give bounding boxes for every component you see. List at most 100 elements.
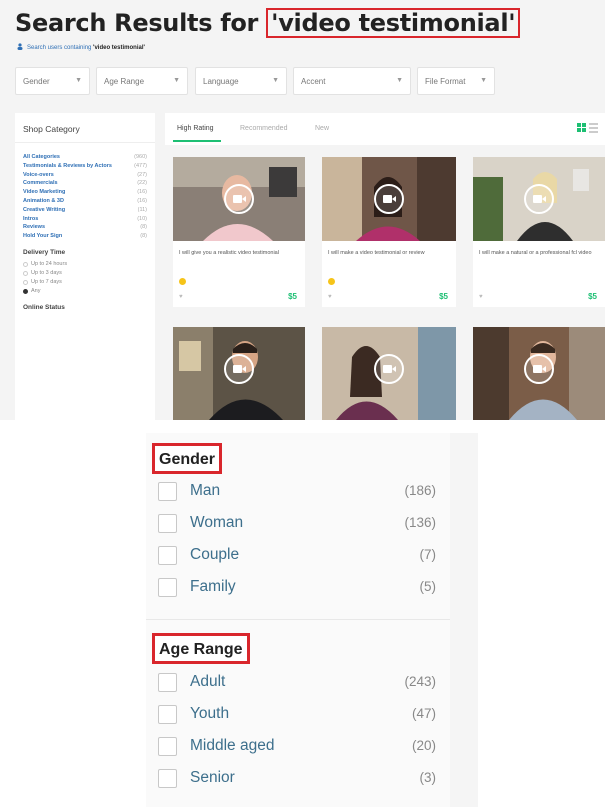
option-label[interactable]: Middle aged: [190, 737, 274, 755]
category-count: (22): [137, 180, 147, 187]
sort-tabs: High Rating Recommended New: [165, 113, 605, 145]
checkbox[interactable]: [158, 673, 177, 692]
chevron-down-icon: ▼: [173, 77, 180, 84]
category-count: (960): [134, 154, 147, 160]
checkbox[interactable]: [158, 578, 177, 597]
gig-title[interactable]: I will make a natural or a professional …: [479, 249, 599, 257]
age-option[interactable]: Senior (3): [158, 767, 436, 791]
heart-icon[interactable]: ♥: [479, 294, 483, 300]
tab-recommended[interactable]: Recommended: [240, 125, 287, 132]
gender-option[interactable]: Man (186): [158, 480, 436, 504]
sidebar-category-item[interactable]: All Categories (960): [23, 153, 147, 162]
video-thumbnail[interactable]: [322, 157, 456, 241]
grid-view-icon[interactable]: [577, 123, 599, 133]
filter-age-range[interactable]: Age Range ▼: [96, 67, 188, 95]
search-query-highlight: 'video testimonial': [266, 8, 521, 38]
video-thumbnail[interactable]: [473, 157, 605, 241]
radio-button[interactable]: [23, 288, 28, 294]
radio-button[interactable]: [23, 279, 28, 285]
heart-icon[interactable]: ♥: [179, 294, 183, 300]
category-label: Commercials: [23, 180, 58, 187]
play-video-icon[interactable]: [374, 354, 404, 384]
delivery-option[interactable]: Up to 24 hours: [15, 260, 155, 269]
category-label: All Categories: [23, 154, 60, 160]
heart-icon[interactable]: ♥: [328, 294, 332, 300]
category-count: (11): [137, 206, 147, 213]
option-label[interactable]: Woman: [190, 514, 243, 532]
category-label: Hold Your Sign: [23, 233, 63, 240]
category-label: Video Marketing: [23, 189, 66, 196]
checkbox[interactable]: [158, 546, 177, 565]
filter-accent[interactable]: Accent ▼: [293, 67, 411, 95]
chevron-down-icon: ▼: [396, 77, 403, 84]
tab-high-rating[interactable]: High Rating: [177, 125, 214, 132]
sidebar-category-item[interactable]: Reviews (8): [23, 223, 147, 232]
option-label[interactable]: Adult: [190, 673, 225, 691]
gender-option[interactable]: Couple (7): [158, 544, 436, 568]
age-option[interactable]: Adult (243): [158, 671, 436, 695]
checkbox[interactable]: [158, 482, 177, 501]
video-thumbnail[interactable]: [173, 157, 305, 241]
play-video-icon[interactable]: [524, 184, 554, 214]
sidebar-category-item[interactable]: Testimonials & Reviews by Actors (477): [23, 162, 147, 171]
gig-card[interactable]: [322, 327, 456, 420]
play-video-icon[interactable]: [524, 354, 554, 384]
age-option[interactable]: Middle aged (20): [158, 735, 436, 759]
chevron-down-icon: ▼: [75, 77, 82, 84]
gig-title[interactable]: I will make a video testimonial or revie…: [328, 249, 448, 257]
gig-card[interactable]: I will make a natural or a professional …: [473, 157, 605, 307]
gender-option[interactable]: Family (5): [158, 576, 436, 600]
option-label[interactable]: Couple: [190, 546, 239, 564]
gig-card[interactable]: [173, 327, 305, 420]
sidebar-category-item[interactable]: Commercials (22): [23, 179, 147, 188]
sidebar-category-item[interactable]: Video Marketing (16): [23, 188, 147, 197]
category-sidebar: Shop Category All Categories (960) Testimo…: [15, 113, 155, 420]
video-thumbnail[interactable]: [473, 327, 605, 420]
category-count: (16): [137, 189, 147, 196]
play-video-icon[interactable]: [374, 184, 404, 214]
gig-title[interactable]: I will give you a realistic video testim…: [179, 249, 299, 257]
sidebar-category-item[interactable]: Intros (10): [23, 215, 147, 224]
option-label[interactable]: Youth: [190, 705, 229, 723]
delivery-option[interactable]: Any: [15, 287, 155, 296]
delivery-option[interactable]: Up to 7 days: [15, 278, 155, 287]
checkbox[interactable]: [158, 705, 177, 724]
filter-language[interactable]: Language ▼: [195, 67, 287, 95]
gig-card[interactable]: [473, 327, 605, 420]
video-thumbnail[interactable]: [322, 327, 456, 420]
active-tab-indicator: [173, 140, 221, 142]
filter-gender[interactable]: Gender ▼: [15, 67, 90, 95]
video-thumbnail[interactable]: [173, 327, 305, 420]
radio-button[interactable]: [23, 261, 28, 267]
checkbox[interactable]: [158, 737, 177, 756]
checkbox[interactable]: [158, 769, 177, 788]
gig-price: $5: [439, 292, 448, 301]
sidebar-heading: Shop Category: [15, 113, 155, 143]
play-video-icon[interactable]: [224, 184, 254, 214]
sidebar-category-item[interactable]: Animation & 3D (16): [23, 197, 147, 206]
sidebar-category-item[interactable]: Voice-overs (27): [23, 171, 147, 180]
gender-option[interactable]: Woman (136): [158, 512, 436, 536]
option-label[interactable]: Senior: [190, 769, 235, 787]
tab-new[interactable]: New: [315, 125, 329, 132]
option-label[interactable]: Man: [190, 482, 220, 500]
option-label[interactable]: Family: [190, 578, 236, 596]
category-count: (10): [137, 215, 147, 222]
category-count: (8): [140, 224, 147, 231]
filter-panel-body: Gender Man (186) Woman (136) Couple (7) Family…: [146, 433, 450, 807]
sidebar-category-item[interactable]: Creative Writing (11): [23, 206, 147, 215]
delivery-options: Up to 24 hours Up to 3 days Up to 7 days An…: [15, 260, 155, 296]
gender-section-label: Gender: [152, 443, 223, 474]
option-count: (7): [419, 547, 437, 562]
checkbox[interactable]: [158, 514, 177, 533]
delivery-option-label: Up to 3 days: [31, 269, 62, 276]
play-video-icon[interactable]: [224, 354, 254, 384]
age-option[interactable]: Youth (47): [158, 703, 436, 727]
filter-file-format[interactable]: File Format ▼: [417, 67, 495, 95]
sidebar-category-item[interactable]: Hold Your Sign (8): [23, 232, 147, 241]
gig-card[interactable]: I will give you a realistic video testim…: [173, 157, 305, 307]
delivery-option[interactable]: Up to 3 days: [15, 269, 155, 278]
radio-button[interactable]: [23, 270, 28, 276]
search-users-link[interactable]: Search users containing 'video testimoni…: [17, 43, 145, 51]
gig-card[interactable]: I will make a video testimonial or revie…: [322, 157, 456, 307]
